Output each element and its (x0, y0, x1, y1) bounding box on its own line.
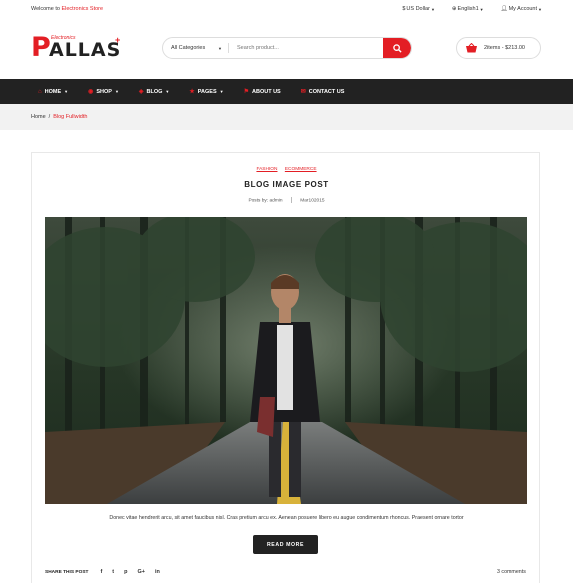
nav-label: PAGES (197, 88, 217, 95)
top-bar: Welcome to Electronics Store $ US Dollar… (0, 0, 573, 18)
chat-icon: ◈ (138, 89, 144, 95)
currency-selector[interactable]: $ US Dollar ▼ (402, 6, 435, 12)
nav-label: BLOG (146, 88, 163, 95)
welcome-text: Welcome to Electronics Store (31, 6, 103, 12)
caret-down-icon: ▼ (165, 89, 170, 94)
breadcrumb-separator: / (48, 114, 51, 120)
category-label: All Categories (171, 45, 206, 51)
house-icon: ⌂ (38, 88, 42, 95)
basket-icon: ◉ (88, 89, 94, 95)
currency-label: US Dollar (406, 6, 430, 12)
globe-icon: ⊕ (451, 6, 457, 12)
twitter-icon[interactable]: t (112, 569, 114, 575)
caret-down-icon: ▼ (218, 45, 222, 51)
site-header: P Electronics ALLAS + All Categories ▼ 2… (0, 18, 573, 79)
nav-item-home[interactable]: ⌂ HOME ▼ (38, 89, 68, 95)
nav-item-shop[interactable]: ◉ SHOP ▼ (88, 88, 119, 96)
comments-link[interactable]: 3 comments (497, 569, 526, 575)
caret-down-icon: ▼ (479, 6, 484, 12)
site-logo[interactable]: P Electronics ALLAS + (31, 32, 126, 63)
nav-item-pages[interactable]: ★ PAGES ▼ (189, 88, 224, 96)
nav-label: CONTACT US (308, 88, 345, 95)
logo-wordmark: ALLAS (49, 39, 122, 61)
mail-icon: ✉ (300, 89, 306, 95)
nav-label: HOME (44, 88, 62, 95)
post-title[interactable]: BLOG IMAGE POST (0, 180, 573, 189)
category-tag[interactable]: ECOMMERCE (285, 167, 317, 172)
post-meta: Posts by: admin Mar102015 (0, 197, 573, 203)
basket-icon (466, 43, 477, 53)
nav-item-blog[interactable]: ◈ BLOG ▼ (138, 88, 170, 96)
search-button[interactable] (383, 38, 411, 58)
account-menu[interactable]: 👤︎ My Account ▼ (501, 6, 542, 12)
account-label: My Account (508, 6, 538, 12)
meta-divider (290, 197, 292, 203)
category-tag[interactable]: FASHION (256, 167, 277, 172)
search-icon (392, 43, 402, 53)
nav-label: ABOUT US (252, 88, 281, 95)
flag-icon: ⚑ (243, 89, 249, 95)
caret-down-icon: ▼ (430, 6, 435, 12)
search-bar: All Categories ▼ (162, 37, 412, 59)
category-select[interactable]: All Categories ▼ (163, 43, 229, 53)
read-more-button[interactable]: READ MORE (253, 535, 318, 554)
caret-down-icon: ▼ (114, 89, 119, 94)
dollar-icon: $ (402, 6, 406, 12)
logo-letter: P (31, 32, 51, 63)
share-bar: SHARE THIS POST f t p G+ in (45, 569, 160, 575)
forest-road-photo (45, 217, 527, 504)
post-date: Mar102015 (300, 198, 325, 204)
star-icon: ★ (189, 89, 195, 95)
cart-text: 2items - $213.00 (484, 45, 525, 51)
breadcrumb-current: Blog Fullwidth (53, 114, 88, 120)
welcome-prefix: Welcome to (31, 6, 60, 12)
post-categories: FASHION ECOMMERCE (0, 167, 573, 172)
linkedin-icon[interactable]: in (155, 569, 160, 575)
breadcrumb: Home / Blog Fullwidth (0, 104, 573, 130)
nav-label: SHOP (96, 88, 112, 95)
nav-item-contact[interactable]: ✉ CONTACT US (300, 88, 345, 96)
user-icon: 👤︎ (500, 6, 508, 12)
caret-down-icon: ▼ (538, 6, 542, 12)
post-author: Posts by: admin (248, 198, 283, 204)
post-featured-image[interactable] (45, 217, 527, 504)
logo-plus: + (115, 35, 121, 45)
breadcrumb-home[interactable]: Home (31, 114, 46, 120)
nav-item-about[interactable]: ⚑ ABOUT US (243, 88, 281, 96)
caret-down-icon: ▼ (219, 89, 224, 94)
post-excerpt: Donec vitae hendrerit arcu, sit amet fau… (109, 515, 464, 521)
facebook-icon[interactable]: f (100, 569, 102, 575)
share-label: SHARE THIS POST (45, 569, 89, 575)
language-selector[interactable]: ⊕ English1 ▼ (452, 6, 484, 12)
store-link[interactable]: Electronics Store (61, 6, 103, 12)
search-input[interactable] (229, 45, 383, 51)
caret-down-icon: ▼ (64, 89, 69, 94)
google-plus-icon[interactable]: G+ (138, 569, 146, 575)
language-label: English1 (457, 6, 479, 12)
main-nav: ⌂ HOME ▼ ◉ SHOP ▼ ◈ BLOG ▼ ★ PAGES ▼ ⚑ A… (0, 79, 573, 104)
pinterest-icon[interactable]: p (124, 569, 127, 575)
cart-summary[interactable]: 2items - $213.00 (456, 37, 541, 59)
